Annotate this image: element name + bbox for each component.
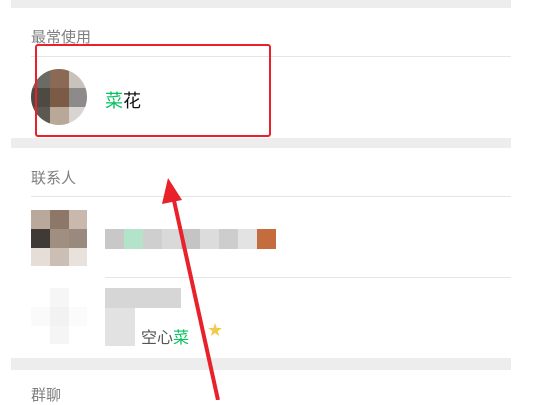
annotation-arrow xyxy=(162,178,220,400)
